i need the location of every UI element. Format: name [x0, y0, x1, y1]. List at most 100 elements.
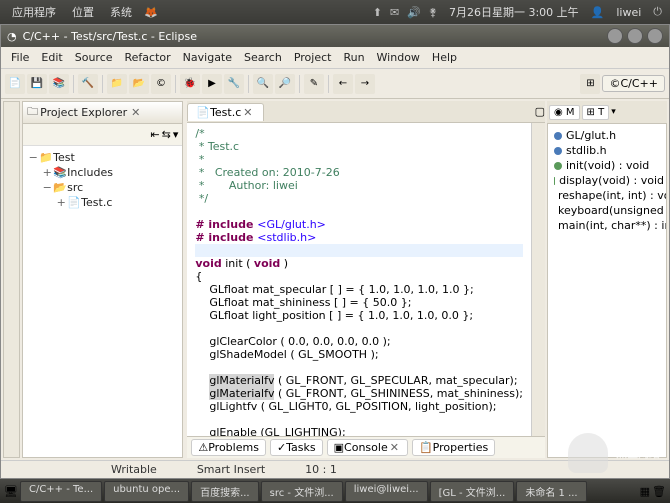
new-button[interactable]: 📄: [5, 74, 25, 94]
new-project-button[interactable]: 📁: [107, 74, 127, 94]
outline-item[interactable]: init(void) : void: [550, 158, 664, 173]
app-icon: ◔: [7, 30, 17, 43]
taskbar-button[interactable]: 百度搜索...: [191, 481, 259, 502]
show-desktop-icon[interactable]: 🖥: [4, 485, 18, 498]
update-icon[interactable]: ⬆: [369, 6, 386, 19]
close-icon[interactable]: ✕: [129, 106, 142, 119]
menu-window[interactable]: Window: [371, 51, 426, 64]
outline-item[interactable]: reshape(int, int) : vo: [550, 188, 664, 203]
new-folder-button[interactable]: 📂: [129, 74, 149, 94]
perspective-cpp[interactable]: © C/C++: [602, 75, 665, 92]
link-editor-button[interactable]: ⇆: [162, 128, 171, 141]
workspace-switcher[interactable]: ▦: [640, 485, 650, 498]
menubar: File Edit Source Refactor Navigate Searc…: [1, 47, 669, 69]
tab-tasks[interactable]: ✓Tasks: [270, 439, 323, 456]
taskbar-button[interactable]: 未命名 1 ...: [516, 481, 586, 502]
open-perspective-button[interactable]: ⊞: [580, 74, 600, 94]
tab-console[interactable]: ▣Console✕: [327, 439, 408, 456]
code-editor[interactable]: /* * Test.c * * Created on: 2010-7-26 * …: [187, 123, 545, 436]
view-menu-button[interactable]: ▾: [173, 128, 179, 141]
clock[interactable]: 7月26日星期一 3:00 上午: [441, 4, 587, 20]
nav-back-button[interactable]: ←: [333, 74, 353, 94]
properties-icon: 📋: [419, 441, 433, 454]
project-explorer-panel: 🗀 Project Explorer ✕ ⇤ ⇆ ▾ −📁 Test: [22, 101, 183, 458]
outline-item[interactable]: GL/glut.h: [550, 128, 664, 143]
tree-project[interactable]: −📁 Test: [27, 150, 178, 165]
menu-source[interactable]: Source: [69, 51, 119, 64]
user-menu[interactable]: liwei: [608, 6, 649, 19]
project-tree[interactable]: −📁 Test +📚 Includes −📂 src +📄 Test.c: [23, 146, 182, 457]
tree-file-testc[interactable]: +📄 Test.c: [27, 195, 178, 210]
menu-search[interactable]: Search: [238, 51, 288, 64]
fast-view-bar[interactable]: [3, 101, 20, 458]
mail-icon[interactable]: ✉: [386, 6, 403, 19]
run-button[interactable]: ▶: [202, 74, 222, 94]
outline-item[interactable]: display(void) : void: [550, 173, 664, 188]
outline-dot-icon: [554, 177, 555, 185]
menu-help[interactable]: Help: [426, 51, 463, 64]
menu-edit[interactable]: Edit: [35, 51, 68, 64]
menu-refactor[interactable]: Refactor: [119, 51, 177, 64]
titlebar[interactable]: ◔ C/C++ - Test/src/Test.c - Eclipse: [1, 25, 669, 47]
collapse-all-button[interactable]: ⇤: [150, 128, 159, 141]
taskbar-button[interactable]: liwei@liwei...: [345, 481, 428, 502]
outline-tab-m[interactable]: ◉ M: [549, 105, 580, 120]
search-button[interactable]: 🔎: [275, 74, 295, 94]
outline-tree[interactable]: GL/glut.hstdlib.hinit(void) : voiddispla…: [547, 123, 667, 458]
power-icon[interactable]: ⏻: [649, 5, 666, 19]
outline-panel: ◉ M ⊞ T ▾ GL/glut.hstdlib.hinit(void) : …: [547, 101, 667, 458]
ext-tools-button[interactable]: 🔧: [224, 74, 244, 94]
outline-dot-icon: [554, 162, 562, 170]
editor-tab-testc[interactable]: 📄 Test.c ✕: [187, 103, 263, 121]
tab-properties[interactable]: 📋Properties: [412, 439, 495, 456]
maximize-button[interactable]: [627, 28, 643, 44]
trash-icon[interactable]: 🗑: [652, 485, 666, 498]
editor-text[interactable]: /* * Test.c * * Created on: 2010-7-26 * …: [187, 123, 531, 436]
bottom-tab-bar: ⚠Problems ✓Tasks ▣Console✕ 📋Properties: [187, 436, 545, 458]
editor-area: 📄 Test.c ✕ ▢ /* * Test.c * * Created on:…: [187, 101, 545, 458]
view-menu-button[interactable]: ▾: [611, 107, 616, 117]
tree-src[interactable]: −📂 src: [27, 180, 178, 195]
vertical-scrollbar[interactable]: [531, 123, 545, 436]
outline-item[interactable]: keyboard(unsigned c: [550, 203, 664, 218]
open-type-button[interactable]: 🔍: [253, 74, 273, 94]
close-button[interactable]: [647, 28, 663, 44]
firefox-icon[interactable]: 🦊: [140, 6, 162, 19]
status-cursor-pos: 10 : 1: [285, 463, 357, 476]
debug-button[interactable]: 🐞: [180, 74, 200, 94]
menu-run[interactable]: Run: [337, 51, 370, 64]
tab-problems[interactable]: ⚠Problems: [191, 439, 266, 456]
tree-includes[interactable]: +📚 Includes: [27, 165, 178, 180]
gnome-top-panel: 应用程序 位置 系统 🦊 ⬆ ✉ 🔊 ⚵ 7月26日星期一 3:00 上午 👤 …: [0, 0, 670, 24]
outline-tab-t[interactable]: ⊞ T: [582, 105, 610, 120]
outline-item[interactable]: stdlib.h: [550, 143, 664, 158]
c-file-icon: 📄: [196, 106, 210, 119]
save-all-button[interactable]: 📚: [49, 74, 69, 94]
minimize-button[interactable]: [607, 28, 623, 44]
taskbar-button[interactable]: ubuntu ope...: [104, 481, 189, 502]
taskbar-button[interactable]: [GL - 文件浏...: [430, 481, 515, 502]
outline-item[interactable]: main(int, char**) : in: [550, 218, 664, 233]
build-button[interactable]: 🔨: [78, 74, 98, 94]
menu-project[interactable]: Project: [288, 51, 338, 64]
maximize-editor-button[interactable]: ▢: [535, 105, 545, 118]
close-icon[interactable]: ✕: [388, 441, 401, 454]
gnome-menu-places[interactable]: 位置: [64, 4, 102, 20]
toggle-mark-button[interactable]: ✎: [304, 74, 324, 94]
new-class-button[interactable]: ©: [151, 74, 171, 94]
save-button[interactable]: 💾: [27, 74, 47, 94]
taskbar-button[interactable]: src - 文件浏...: [261, 481, 343, 502]
tasks-icon: ✓: [277, 441, 286, 454]
statusbar: Writable Smart Insert 10 : 1: [1, 460, 669, 478]
menu-file[interactable]: File: [5, 51, 35, 64]
menu-navigate[interactable]: Navigate: [177, 51, 238, 64]
taskbar-button[interactable]: C/C++ - Te...: [20, 481, 102, 502]
network-icon[interactable]: ⚵: [425, 6, 441, 19]
close-icon[interactable]: ✕: [241, 106, 254, 119]
gnome-menu-apps[interactable]: 应用程序: [4, 4, 64, 20]
user-icon: 👤: [587, 6, 609, 19]
volume-icon[interactable]: 🔊: [403, 6, 425, 19]
nav-fwd-button[interactable]: →: [355, 74, 375, 94]
gnome-menu-system[interactable]: 系统: [102, 4, 140, 20]
problems-icon: ⚠: [198, 441, 208, 454]
